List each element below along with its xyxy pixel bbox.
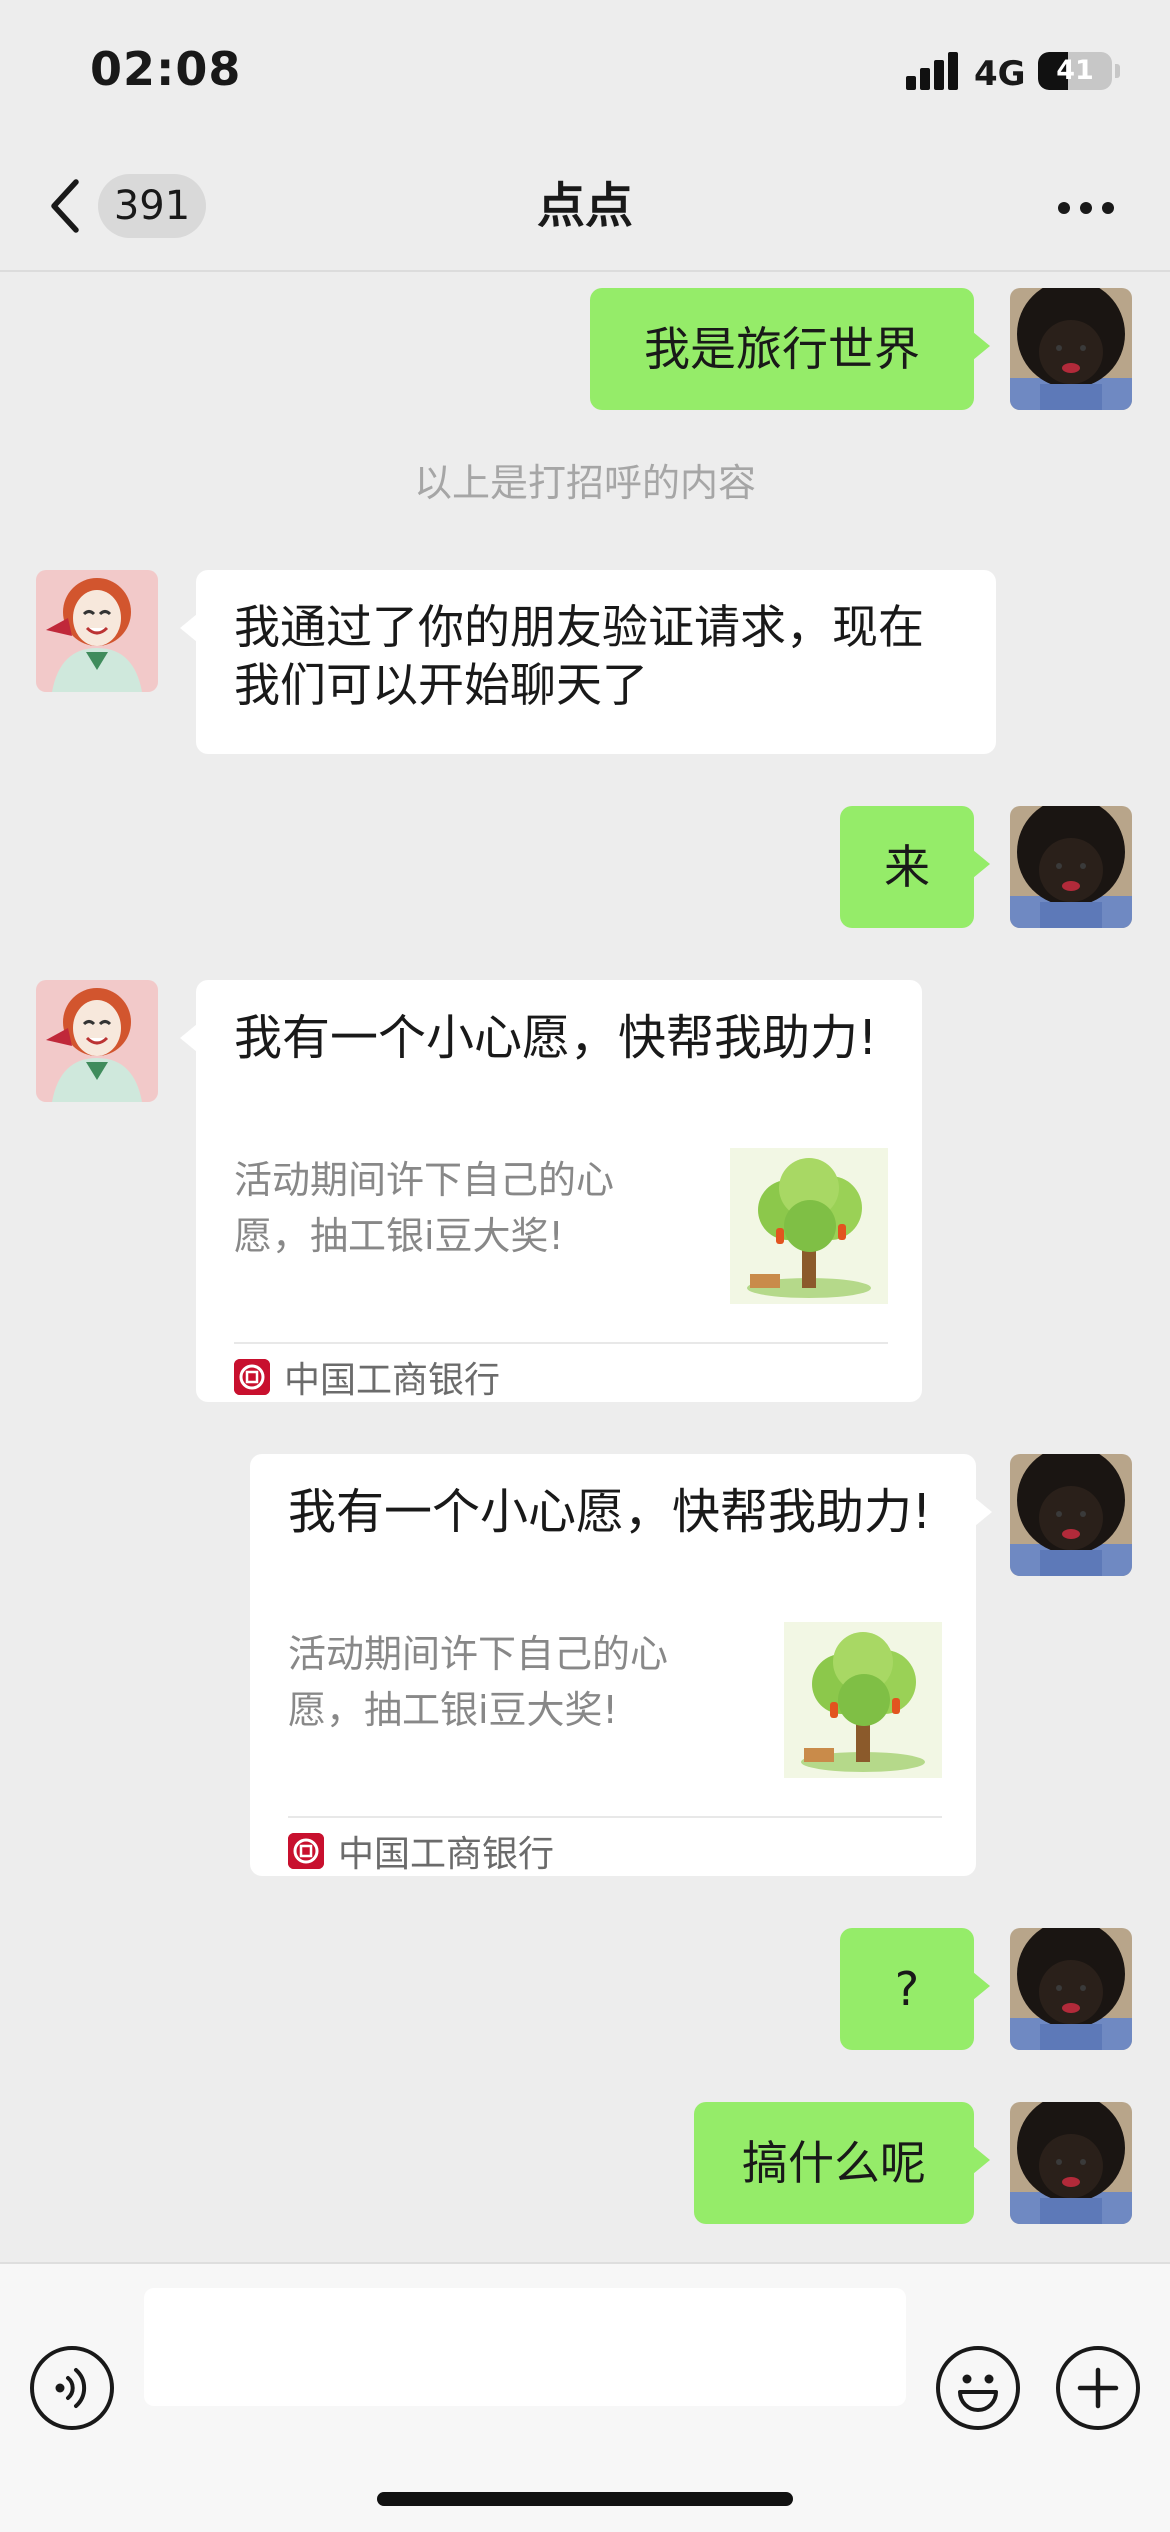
emoji-icon[interactable] bbox=[936, 2346, 1020, 2430]
message-text: 我是旅行世界 bbox=[644, 322, 920, 376]
link-card[interactable]: 我有一个小心愿，快帮我助力! 活动期间许下自己的心愿，抽工银i豆大奖! 中国工商… bbox=[250, 1454, 992, 1876]
battery-icon: 41 bbox=[1038, 52, 1112, 90]
battery-percent: 41 bbox=[1056, 55, 1094, 86]
more-dots-icon[interactable] bbox=[1046, 180, 1126, 232]
message-text: 搞什么呢 bbox=[742, 2136, 926, 2190]
my-avatar[interactable] bbox=[1010, 288, 1132, 410]
card-title: 我有一个小心愿，快帮我助力! bbox=[288, 1484, 932, 1540]
link-card[interactable]: 我有一个小心愿，快帮我助力! 活动期间许下自己的心愿，抽工银i豆大奖! 中国工商… bbox=[180, 980, 922, 1402]
plus-icon[interactable] bbox=[1056, 2346, 1140, 2430]
message-input[interactable] bbox=[144, 2288, 906, 2406]
my-message-bubble[interactable]: ? bbox=[840, 1928, 990, 2050]
status-time: 02:08 bbox=[90, 42, 242, 96]
status-bar: 02:08 4G 41 bbox=[0, 0, 1170, 140]
my-avatar[interactable] bbox=[1010, 1454, 1132, 1576]
icbc-logo-icon bbox=[288, 1833, 324, 1869]
my-avatar[interactable] bbox=[1010, 806, 1132, 928]
card-source-name: 中国工商银行 bbox=[284, 1360, 501, 1401]
contact-avatar[interactable] bbox=[36, 980, 158, 1102]
voice-icon[interactable] bbox=[30, 2346, 114, 2430]
my-message-bubble[interactable]: 来 bbox=[840, 806, 990, 928]
my-message-bubble[interactable]: 我是旅行世界 bbox=[590, 288, 990, 410]
card-description: 活动期间许下自己的心愿，抽工银i豆大奖! bbox=[234, 1158, 615, 1258]
icbc-logo-icon bbox=[234, 1359, 270, 1395]
wish-tree-image bbox=[730, 1148, 888, 1304]
card-description: 活动期间许下自己的心愿，抽工银i豆大奖! bbox=[288, 1632, 669, 1732]
card-divider bbox=[234, 1342, 888, 1344]
my-avatar[interactable] bbox=[1010, 2102, 1132, 2224]
card-source: 中国工商银行 bbox=[288, 1826, 554, 1876]
card-divider bbox=[288, 1816, 942, 1818]
chevron-left-icon[interactable] bbox=[46, 176, 86, 236]
battery-cap bbox=[1115, 64, 1120, 78]
contact-message-bubble[interactable]: 我通过了你的朋友验证请求，现在我们可以开始聊天了 bbox=[180, 570, 996, 754]
message-text: 来 bbox=[884, 840, 930, 894]
message-text: 我通过了你的朋友验证请求，现在我们可以开始聊天了 bbox=[234, 600, 924, 712]
signal-icon bbox=[906, 52, 960, 90]
wish-tree-image bbox=[784, 1622, 942, 1778]
card-source: 中国工商银行 bbox=[234, 1352, 500, 1402]
my-avatar[interactable] bbox=[1010, 1928, 1132, 2050]
unread-count-badge[interactable]: 391 bbox=[98, 174, 206, 238]
home-indicator[interactable] bbox=[377, 2492, 793, 2506]
card-source-name: 中国工商银行 bbox=[338, 1834, 555, 1875]
my-message-bubble[interactable]: 搞什么呢 bbox=[694, 2102, 990, 2224]
network-type: 4G bbox=[974, 54, 1026, 94]
chat-header: 点点 391 bbox=[0, 140, 1170, 272]
card-title: 我有一个小心愿，快帮我助力! bbox=[234, 1010, 878, 1066]
system-note: 以上是打招呼的内容 bbox=[413, 461, 756, 505]
contact-avatar[interactable] bbox=[36, 570, 158, 692]
message-text: ? bbox=[894, 1962, 920, 2016]
